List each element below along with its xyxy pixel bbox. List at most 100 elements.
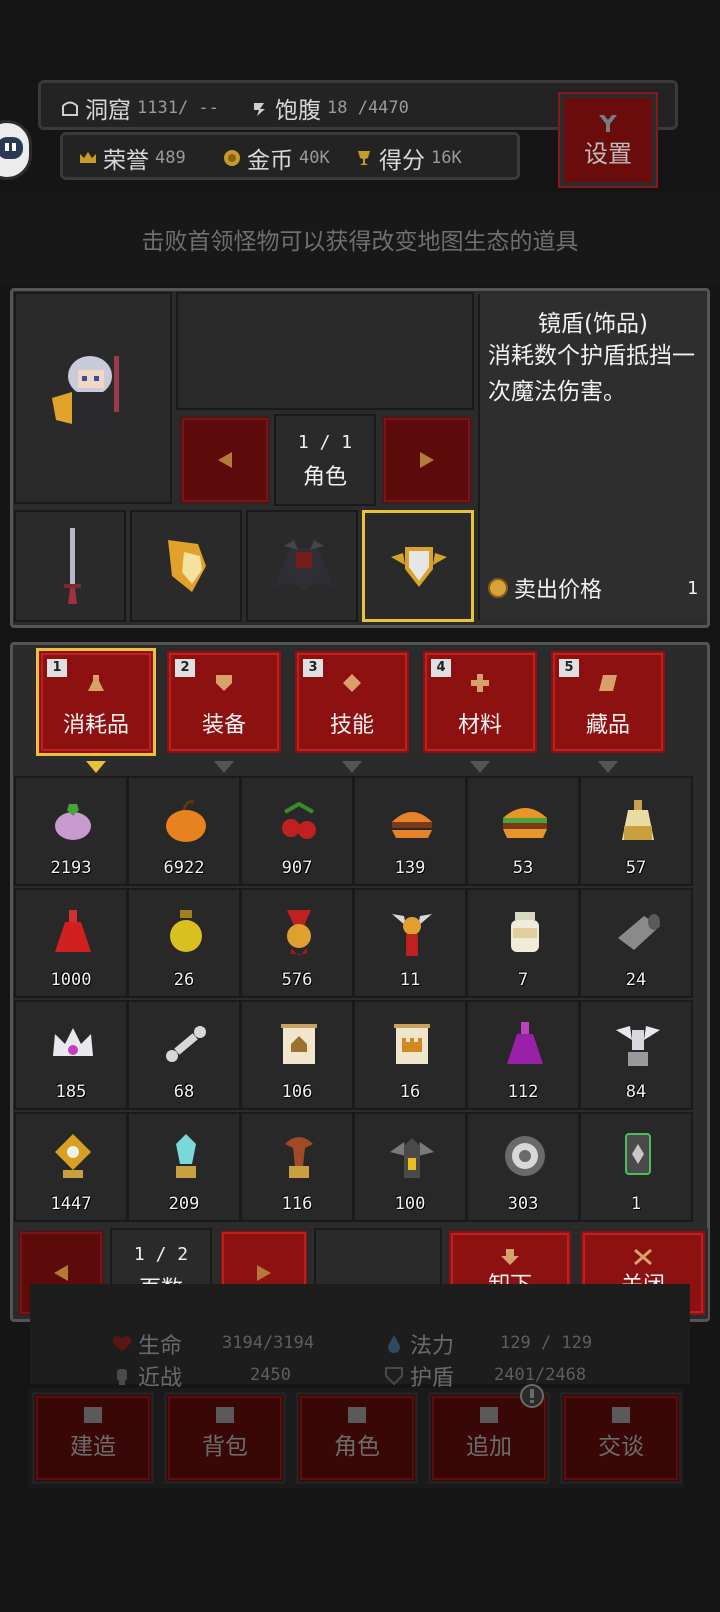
inventory-slot[interactable]: 84 xyxy=(579,1000,693,1110)
equip-slot-armor[interactable] xyxy=(246,510,358,622)
sell-price-row: 卖出价格 1 xyxy=(488,572,698,604)
equip-slot-offhand[interactable] xyxy=(130,510,242,622)
inventory-slot[interactable]: 1000 xyxy=(14,888,128,998)
backpack-icon xyxy=(216,1407,234,1423)
house-scroll-icon xyxy=(281,1024,317,1064)
scroll-roll-icon xyxy=(618,914,660,950)
tab-consumables[interactable]: 1 消耗品 xyxy=(36,648,156,773)
item-count: 209 xyxy=(168,1194,200,1214)
inventory-slot[interactable]: 11 xyxy=(353,888,467,998)
nav-backpack-button[interactable]: 背包 xyxy=(164,1392,286,1484)
big-burger-icon xyxy=(503,808,547,838)
mp-stat: 法力 xyxy=(384,1328,454,1360)
side-menu-button[interactable] xyxy=(0,120,32,180)
item-count: 7 xyxy=(517,970,529,990)
inventory-slot[interactable]: 1447 xyxy=(14,1112,128,1222)
inventory-slot[interactable]: 53 xyxy=(466,776,580,886)
tree-totem-icon xyxy=(285,1137,313,1178)
item-count: 303 xyxy=(507,1194,539,1214)
inventory-slot[interactable]: 907 xyxy=(240,776,354,886)
inventory-slot[interactable]: 106 xyxy=(240,1000,354,1110)
diamond-totem-icon xyxy=(55,1134,91,1178)
cave-stat: 洞窟 1131/ -- xyxy=(61,91,219,125)
item-count: 2193 xyxy=(50,858,92,878)
inventory-slot[interactable]: 209 xyxy=(127,1112,241,1222)
inventory-slot[interactable]: 6922 xyxy=(127,776,241,886)
inventory-slot[interactable]: 2193 xyxy=(14,776,128,886)
tab-label: 消耗品 xyxy=(62,713,129,738)
winged-medal-icon xyxy=(392,914,432,956)
inventory-slot[interactable]: 139 xyxy=(353,776,467,886)
honor-label: 荣誉 xyxy=(103,148,149,174)
cave-label: 洞窟 xyxy=(85,98,131,124)
tab-materials[interactable]: 4 材料 xyxy=(420,648,540,773)
inventory-page-number: 1 / 2 xyxy=(133,1244,189,1265)
inventory-slot[interactable]: 16 xyxy=(353,1000,467,1110)
nav-label: 追加 xyxy=(466,1434,512,1460)
scroll-icon xyxy=(599,675,617,691)
inventory-slot[interactable]: 100 xyxy=(353,1112,467,1222)
hunger-value: 18 /4470 xyxy=(327,98,409,118)
next-character-button[interactable] xyxy=(380,414,474,506)
cross-icon xyxy=(471,674,489,692)
mp-value: 129 / 129 xyxy=(500,1333,593,1353)
inventory-slot[interactable]: 68 xyxy=(127,1000,241,1110)
tab-equipment[interactable]: 2 装备 xyxy=(164,648,284,773)
plus-icon xyxy=(480,1407,498,1423)
item-count: 139 xyxy=(394,858,426,878)
inventory-slot[interactable]: 303 xyxy=(466,1112,580,1222)
inventory-slot[interactable]: 116 xyxy=(240,1112,354,1222)
tab-arrow-icon xyxy=(598,761,618,773)
item-count: 112 xyxy=(507,1082,539,1102)
coin-icon xyxy=(488,578,508,598)
inventory-slot[interactable]: 576 xyxy=(240,888,354,998)
inventory-slot[interactable]: 7 xyxy=(466,888,580,998)
settings-button[interactable]: 设置 xyxy=(558,92,658,188)
nav-build-button[interactable]: 建造 xyxy=(32,1392,154,1484)
character-page-label: 角色 xyxy=(302,465,347,490)
gold-value: 40K xyxy=(299,148,330,168)
tab-skills[interactable]: 3 技能 xyxy=(292,648,412,773)
shield-outline-icon xyxy=(385,1367,403,1386)
tab-label: 技能 xyxy=(329,713,374,738)
arrow-left-icon xyxy=(54,1265,68,1281)
honor-stat: 荣誉 489 xyxy=(79,141,186,175)
oil-bottle-icon xyxy=(622,800,654,840)
gold-stat: 金币 40K xyxy=(223,141,330,175)
close-icon xyxy=(634,1249,652,1265)
tab-label: 材料 xyxy=(457,713,502,738)
nav-add-button[interactable]: 追加 xyxy=(428,1384,550,1484)
tab-key-badge: 5 xyxy=(559,659,579,677)
gold-label: 金币 xyxy=(247,148,293,174)
cherries-icon xyxy=(282,801,316,839)
drumstick-icon xyxy=(254,103,265,116)
hp-value: 3194/3194 xyxy=(222,1333,315,1353)
inventory-slot[interactable]: 24 xyxy=(579,888,693,998)
heart-icon xyxy=(112,1336,132,1352)
item-count: 106 xyxy=(281,1082,313,1102)
tab-collection[interactable]: 5 藏品 xyxy=(548,648,668,773)
speech-icon xyxy=(612,1407,630,1423)
inventory-slot[interactable]: 112 xyxy=(466,1000,580,1110)
equip-slot-weapon[interactable] xyxy=(14,510,126,622)
nav-character-button[interactable]: 角色 xyxy=(296,1392,418,1484)
inventory-slot[interactable]: 57 xyxy=(579,776,693,886)
prev-character-button[interactable] xyxy=(178,414,272,506)
tab-key-badge: 4 xyxy=(431,659,451,677)
item-count: 907 xyxy=(281,858,313,878)
target-icon xyxy=(505,1136,545,1176)
equip-slot-accessory-selected[interactable] xyxy=(362,510,474,622)
inventory-slot[interactable]: 1 xyxy=(579,1112,693,1222)
purple-potion-icon xyxy=(507,1022,543,1064)
inventory-slot[interactable]: 26 xyxy=(127,888,241,998)
turnip-icon xyxy=(55,804,91,840)
crystal-totem-icon xyxy=(176,1134,196,1178)
mp-label: 法力 xyxy=(410,1334,455,1359)
inventory-slot[interactable]: 185 xyxy=(14,1000,128,1110)
tab-key-badge: 1 xyxy=(47,659,67,677)
status-bar-second: 荣誉 489 金币 40K 得分 16K xyxy=(60,132,520,180)
nav-talk-button[interactable]: 交谈 xyxy=(560,1392,682,1484)
flask-icon xyxy=(88,675,104,691)
character-portrait[interactable] xyxy=(14,292,172,504)
item-detail-panel: 镜盾(饰品) 消耗数个护盾抵挡一次魔法伤害。 卖出价格 1 xyxy=(478,294,706,620)
